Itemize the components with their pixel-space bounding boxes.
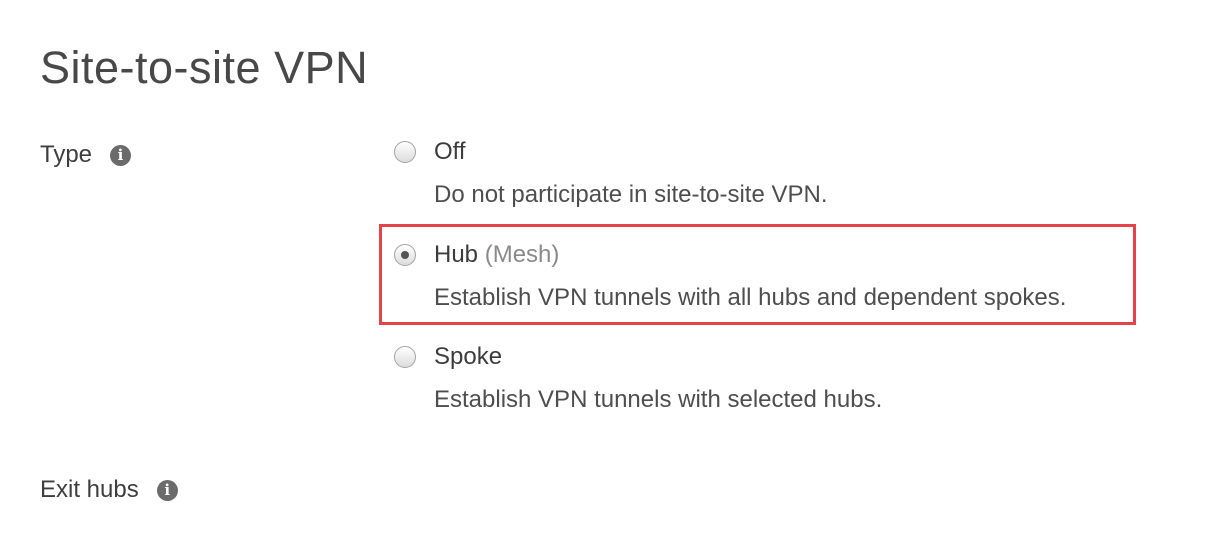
option-spoke-label[interactable]: Spoke	[434, 342, 502, 372]
radio-off[interactable]	[394, 141, 416, 163]
page-title: Site-to-site VPN	[40, 42, 369, 93]
exit-hubs-label: Exit hubs	[40, 476, 139, 503]
option-off-label-text: Off	[434, 138, 466, 165]
option-off-label[interactable]: Off	[434, 137, 466, 167]
option-spoke-description: Establish VPN tunnels with selected hubs…	[434, 386, 883, 413]
type-label: Type	[40, 141, 93, 168]
info-icon[interactable]: i	[156, 479, 178, 501]
site-to-site-vpn-page: Site-to-site VPN Type i Off Do not parti…	[0, 0, 1209, 536]
option-spoke-label-text: Spoke	[434, 343, 503, 370]
type-field-label-row: Type i	[40, 140, 132, 170]
option-off-description: Do not participate in site-to-site VPN.	[434, 181, 828, 208]
radio-spoke[interactable]	[394, 346, 416, 368]
highlight-box	[379, 224, 1136, 325]
exit-hubs-field-label-row: Exit hubs i	[40, 475, 178, 505]
info-icon[interactable]: i	[110, 144, 132, 166]
